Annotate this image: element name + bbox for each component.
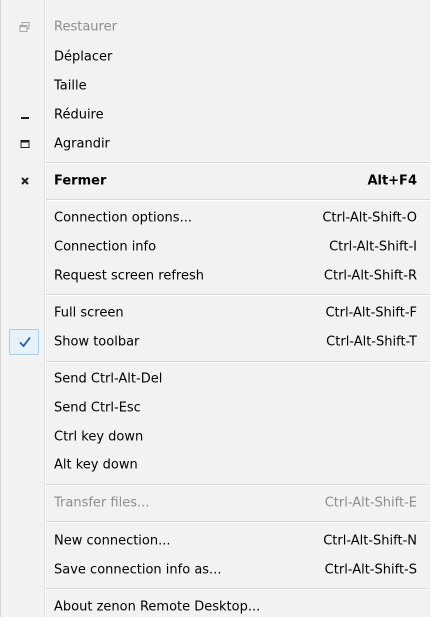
menu-item-request-screen-refresh[interactable]: Request screen refresh Ctrl-Alt-Shift-R	[1, 262, 430, 290]
context-menu: Restaurer Déplacer Taille Réduire Agrand…	[0, 0, 430, 617]
menu-separator	[46, 521, 430, 523]
menu-item-ctrl-key-down[interactable]: Ctrl key down	[1, 423, 430, 451]
menu-item-label: Full screen	[54, 305, 124, 321]
menu-item-shortcut: Ctrl-Alt-Shift-S	[324, 562, 417, 578]
menu-item-alt-key-down[interactable]: Alt key down	[1, 451, 430, 479]
menu-item-shortcut: Ctrl-Alt-Shift-N	[323, 533, 417, 549]
menu-item-close[interactable]: Fermer Alt+F4	[1, 167, 430, 195]
menu-item-label: New connection...	[54, 533, 171, 549]
menu-item-label: Taille	[54, 78, 87, 94]
menu-item-size[interactable]: Taille	[1, 72, 430, 100]
maximize-icon	[17, 136, 33, 152]
menu-item-label: Fermer	[54, 173, 107, 189]
menu-item-minimize[interactable]: Réduire	[1, 101, 430, 129]
menu-item-label: Restaurer	[54, 19, 117, 35]
menu-item-shortcut: Ctrl-Alt-Shift-I	[329, 239, 417, 255]
menu-item-label: Send Ctrl-Esc	[54, 400, 141, 416]
menu-item-new-connection[interactable]: New connection... Ctrl-Alt-Shift-N	[1, 527, 430, 555]
close-icon	[17, 173, 33, 189]
menu-item-connection-info[interactable]: Connection info Ctrl-Alt-Shift-I	[1, 233, 430, 261]
checkmark-icon	[17, 334, 33, 350]
menu-item-shortcut: Ctrl-Alt-Shift-F	[325, 305, 417, 321]
menu-item-shortcut: Ctrl-Alt-Shift-O	[322, 210, 417, 226]
menu-item-label: Déplacer	[54, 49, 113, 65]
menu-separator	[46, 484, 430, 486]
menu-item-shortcut: Ctrl-Alt-Shift-T	[326, 334, 417, 350]
menu-item-shortcut: Ctrl-Alt-Shift-R	[323, 268, 417, 284]
menu-item-label: Ctrl key down	[54, 429, 144, 445]
menu-item-maximize[interactable]: Agrandir	[1, 130, 430, 158]
restore-icon	[17, 19, 33, 35]
menu-item-connection-options[interactable]: Connection options... Ctrl-Alt-Shift-O	[1, 204, 430, 232]
menu-item-label: About zenon Remote Desktop...	[54, 599, 261, 615]
menu-item-shortcut: Alt+F4	[367, 173, 417, 189]
menu-item-full-screen[interactable]: Full screen Ctrl-Alt-Shift-F	[1, 299, 430, 327]
menu-separator	[46, 294, 430, 296]
menu-item-label: Agrandir	[54, 136, 110, 152]
menu-item-save-connection-info[interactable]: Save connection info as... Ctrl-Alt-Shif…	[1, 556, 430, 584]
menu-item-label: Show toolbar	[54, 334, 140, 350]
minimize-icon	[17, 107, 33, 123]
menu-item-move[interactable]: Déplacer	[1, 43, 430, 71]
menu-separator	[46, 588, 430, 590]
menu-item-label: Save connection info as...	[54, 562, 222, 578]
menu-item-label: Connection options...	[54, 210, 192, 226]
menu-item-transfer-files: Transfer files... Ctrl-Alt-Shift-E	[1, 489, 430, 517]
menu-item-show-toolbar[interactable]: Show toolbar Ctrl-Alt-Shift-T	[1, 328, 430, 356]
menu-item-send-ctrl-alt-del[interactable]: Send Ctrl-Alt-Del	[1, 365, 430, 393]
menu-item-label: Réduire	[54, 107, 104, 123]
menu-panel: Restaurer Déplacer Taille Réduire Agrand…	[1, 0, 430, 617]
menu-item-label: Send Ctrl-Alt-Del	[54, 371, 163, 387]
menu-item-label: Connection info	[54, 239, 157, 255]
menu-item-label: Alt key down	[54, 457, 138, 473]
menu-separator	[46, 162, 430, 164]
menu-separator	[46, 199, 430, 201]
menu-item-label: Request screen refresh	[54, 268, 204, 284]
menu-item-send-ctrl-esc[interactable]: Send Ctrl-Esc	[1, 394, 430, 422]
menu-item-shortcut: Ctrl-Alt-Shift-E	[324, 495, 417, 511]
menu-separator	[46, 361, 430, 363]
menu-item-restore: Restaurer	[1, 13, 430, 41]
menu-item-label: Transfer files...	[54, 495, 150, 511]
